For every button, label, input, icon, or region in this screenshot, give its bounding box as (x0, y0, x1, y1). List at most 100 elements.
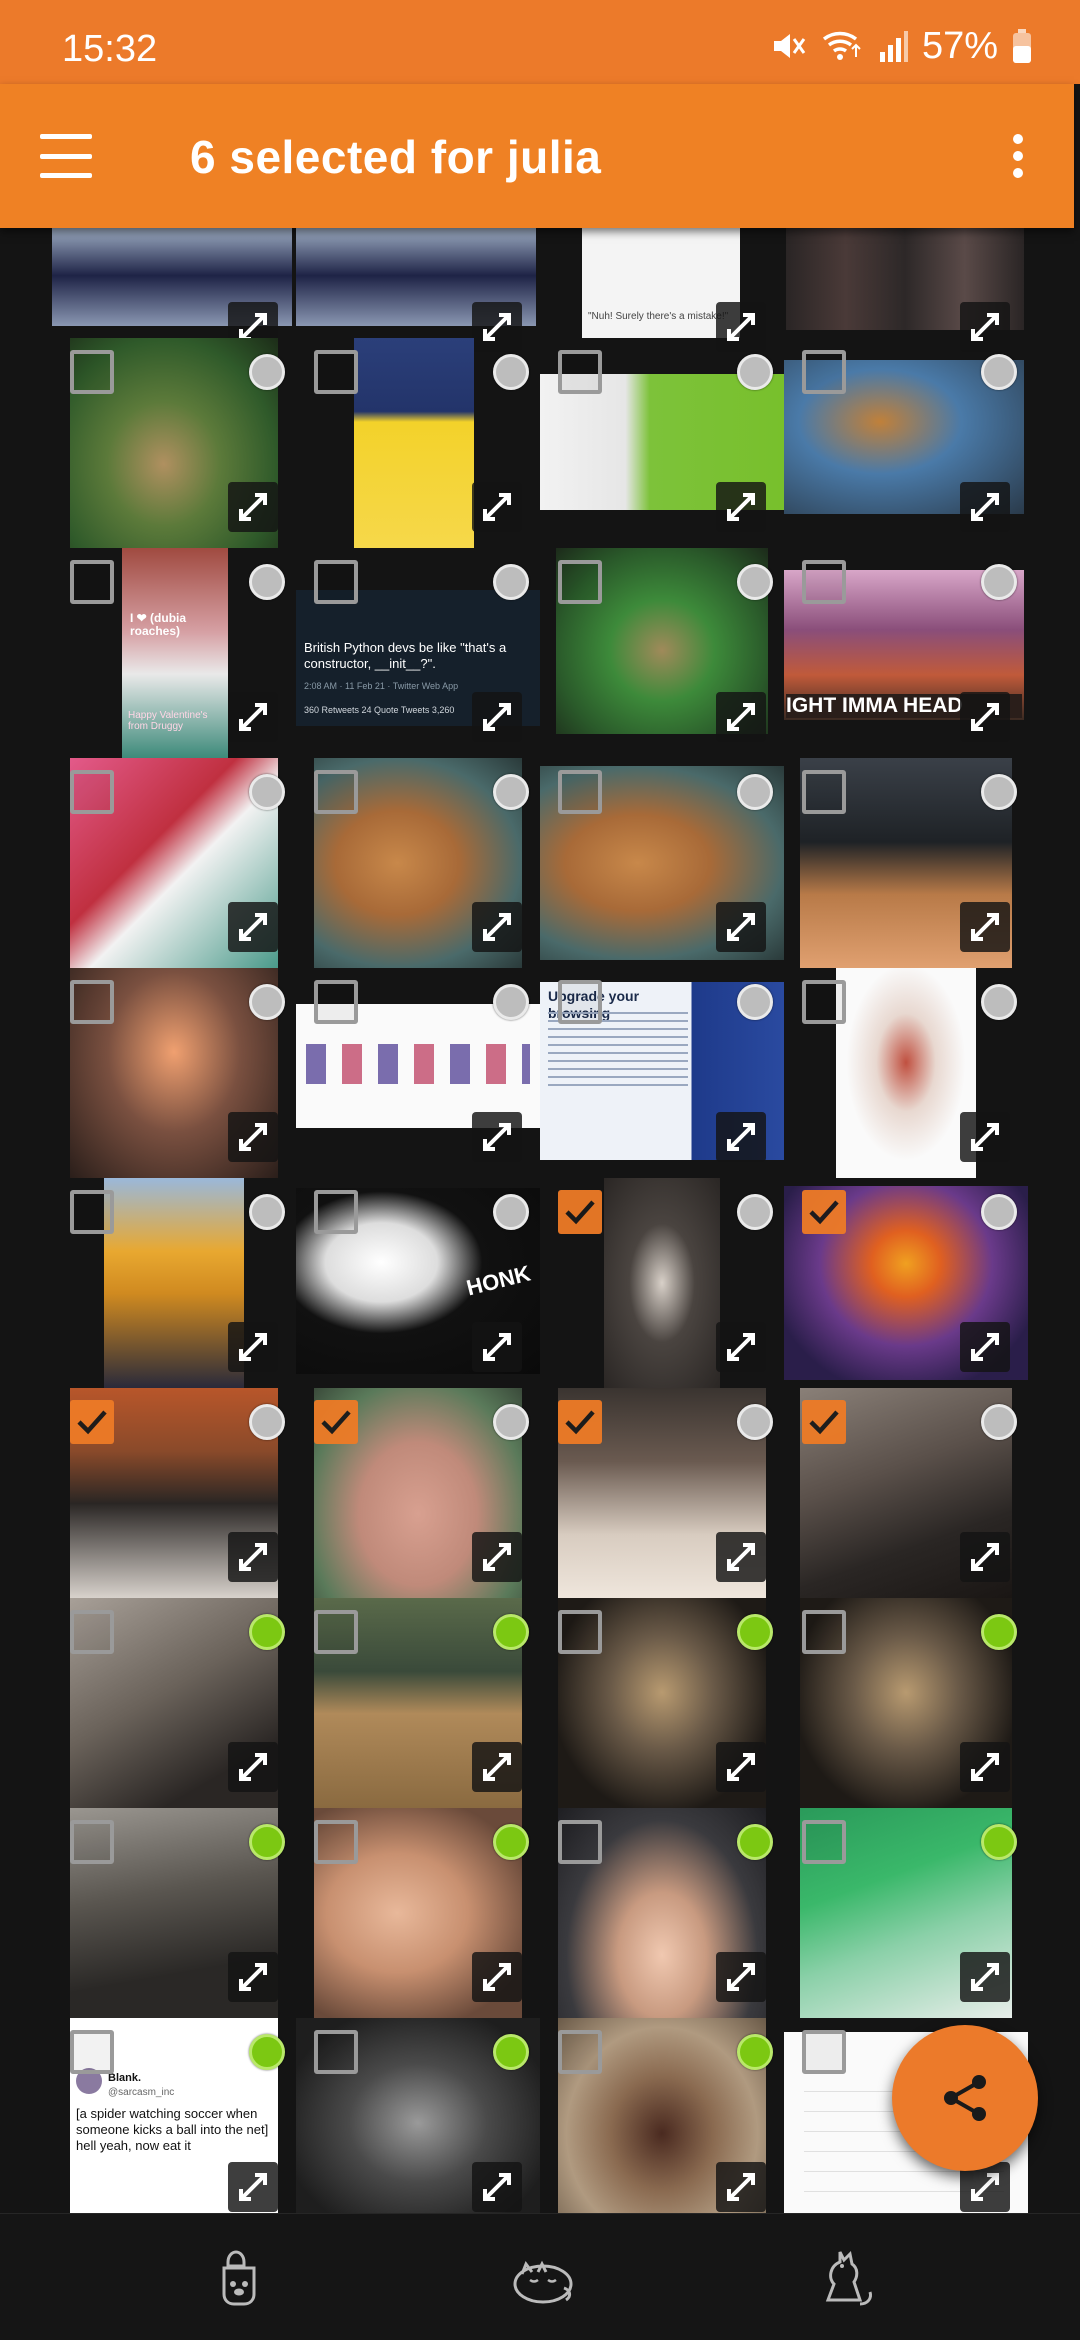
grid-item[interactable]: British Python devs be like "that's a co… (292, 548, 540, 758)
select-checkbox[interactable] (70, 1610, 114, 1654)
select-checkbox[interactable] (558, 1820, 602, 1864)
expand-icon[interactable] (472, 692, 522, 742)
select-checkbox[interactable] (802, 560, 846, 604)
grid-item[interactable] (780, 338, 1024, 548)
grid-item[interactable] (48, 338, 292, 548)
select-checkbox[interactable] (70, 350, 114, 394)
expand-icon[interactable] (472, 1112, 522, 1162)
grid-item[interactable] (780, 1598, 1024, 1808)
select-checkbox-checked[interactable] (802, 1190, 846, 1234)
select-checkbox[interactable] (70, 2030, 114, 2074)
grid-item[interactable] (292, 1598, 536, 1808)
grid-item[interactable] (780, 1388, 1024, 1598)
select-checkbox[interactable] (558, 1610, 602, 1654)
grid-item[interactable] (780, 1808, 1024, 2018)
expand-icon[interactable] (472, 1742, 522, 1792)
nav-sitting-cat-tab[interactable] (812, 2244, 882, 2310)
select-checkbox[interactable] (314, 1610, 358, 1654)
nav-sleeping-cat-tab[interactable] (508, 2244, 578, 2310)
expand-icon[interactable] (472, 1952, 522, 2002)
select-checkbox[interactable] (802, 770, 846, 814)
select-checkbox[interactable] (558, 350, 602, 394)
expand-icon[interactable] (472, 482, 522, 532)
expand-icon[interactable] (228, 1112, 278, 1162)
grid-item[interactable]: Upgrade your browsing (536, 968, 784, 1178)
expand-icon[interactable] (228, 1322, 278, 1372)
grid-item[interactable] (536, 1178, 780, 1388)
expand-icon[interactable] (960, 482, 1010, 532)
grid-item[interactable] (536, 1598, 780, 1808)
expand-icon[interactable] (228, 1952, 278, 2002)
select-checkbox-checked[interactable] (558, 1190, 602, 1234)
select-checkbox[interactable] (802, 350, 846, 394)
hamburger-icon[interactable] (34, 128, 98, 184)
expand-icon[interactable] (716, 2162, 766, 2212)
grid-item[interactable] (536, 1388, 780, 1598)
expand-icon[interactable] (228, 692, 278, 742)
grid-item[interactable] (780, 968, 1024, 1178)
select-checkbox[interactable] (314, 2030, 358, 2074)
grid-item[interactable] (48, 1808, 292, 2018)
select-checkbox[interactable] (802, 1820, 846, 1864)
select-checkbox[interactable] (70, 1190, 114, 1234)
select-checkbox-checked[interactable] (70, 1400, 114, 1444)
expand-icon[interactable] (960, 1742, 1010, 1792)
select-checkbox[interactable] (802, 980, 846, 1024)
select-checkbox[interactable] (70, 1820, 114, 1864)
grid-item[interactable] (292, 2018, 540, 2213)
expand-icon[interactable] (960, 1952, 1010, 2002)
expand-icon[interactable] (716, 1952, 766, 2002)
select-checkbox[interactable] (70, 770, 114, 814)
select-checkbox[interactable] (314, 560, 358, 604)
grid-item[interactable] (536, 2018, 780, 2213)
grid-item[interactable] (536, 338, 784, 548)
expand-icon[interactable] (716, 482, 766, 532)
expand-icon[interactable] (716, 1112, 766, 1162)
grid-item[interactable] (292, 1388, 536, 1598)
expand-icon[interactable] (716, 1532, 766, 1582)
expand-icon[interactable] (960, 1532, 1010, 1582)
select-checkbox[interactable] (314, 350, 358, 394)
expand-icon[interactable] (716, 692, 766, 742)
share-button[interactable] (892, 2025, 1038, 2171)
select-checkbox-checked[interactable] (802, 1400, 846, 1444)
grid-item[interactable] (292, 1808, 536, 2018)
select-checkbox-checked[interactable] (558, 1400, 602, 1444)
grid-item[interactable] (536, 758, 784, 968)
expand-icon[interactable] (472, 2162, 522, 2212)
grid-item[interactable] (780, 1178, 1028, 1388)
select-checkbox[interactable] (802, 1610, 846, 1654)
grid-item[interactable] (48, 758, 292, 968)
more-vert-icon[interactable] (994, 124, 1042, 188)
grid-item[interactable] (536, 1808, 780, 2018)
photo-grid[interactable]: "Nuh! Surely there's a mistake!" I ❤ (du… (0, 228, 1080, 2213)
grid-item[interactable]: HONK (292, 1178, 540, 1388)
select-checkbox[interactable] (558, 770, 602, 814)
select-checkbox[interactable] (70, 980, 114, 1024)
select-checkbox[interactable] (314, 980, 358, 1024)
grid-item[interactable] (292, 968, 540, 1178)
grid-item[interactable] (48, 1388, 292, 1598)
select-checkbox[interactable] (558, 560, 602, 604)
expand-icon[interactable] (472, 1532, 522, 1582)
expand-icon[interactable] (472, 902, 522, 952)
expand-icon[interactable] (960, 1322, 1010, 1372)
select-checkbox[interactable] (802, 2030, 846, 2074)
select-checkbox[interactable] (314, 1820, 358, 1864)
expand-icon[interactable] (960, 692, 1010, 742)
expand-icon[interactable] (228, 2162, 278, 2212)
grid-item[interactable] (292, 338, 536, 548)
expand-icon[interactable] (960, 1112, 1010, 1162)
nav-paw-tab[interactable] (208, 2244, 278, 2310)
select-checkbox[interactable] (558, 980, 602, 1024)
expand-icon[interactable] (228, 482, 278, 532)
grid-item[interactable] (536, 548, 780, 758)
expand-icon[interactable] (228, 902, 278, 952)
grid-item[interactable] (48, 968, 292, 1178)
expand-icon[interactable] (228, 1742, 278, 1792)
expand-icon[interactable] (716, 1742, 766, 1792)
select-checkbox[interactable] (314, 770, 358, 814)
grid-item[interactable] (48, 1598, 292, 1808)
expand-icon[interactable] (960, 902, 1010, 952)
grid-item[interactable] (292, 758, 536, 968)
